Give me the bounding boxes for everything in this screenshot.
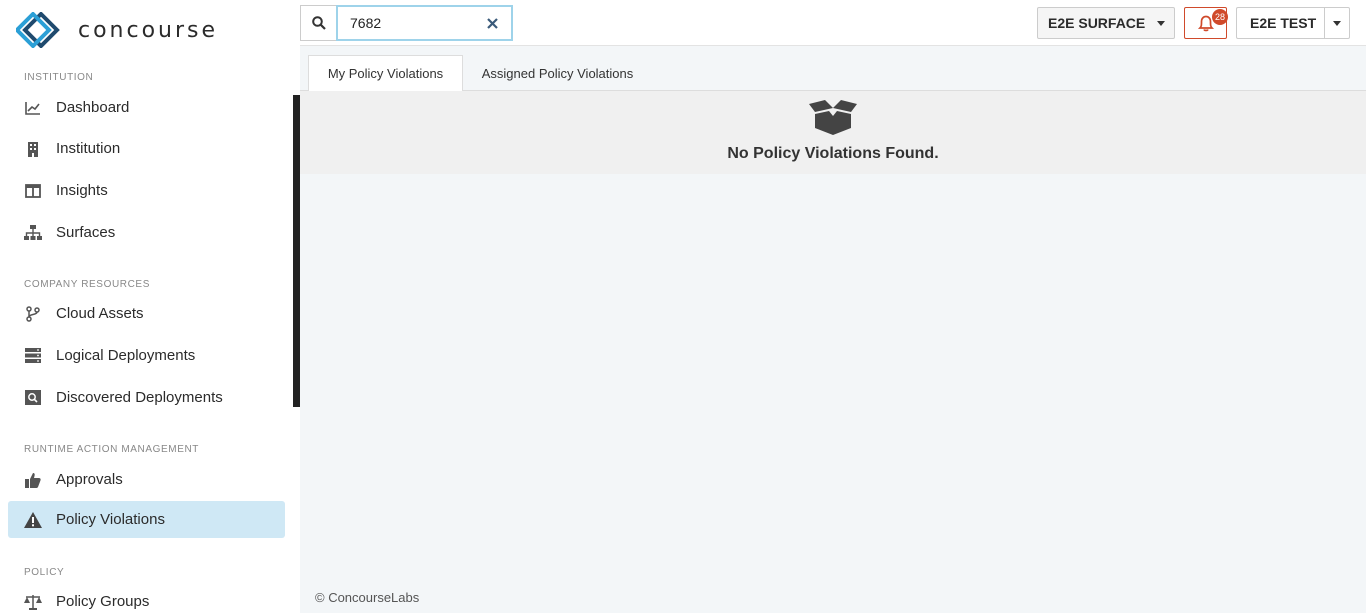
top-bar: E2E SURFACE 28 E2E TEST: [300, 0, 1366, 46]
section-title-runtime-action-management: RUNTIME ACTION MANAGEMENT: [24, 444, 200, 455]
tab-my-policy-violations[interactable]: My Policy Violations: [308, 55, 463, 92]
sidebar: concourse INSTITUTION Dashboard Institut…: [0, 0, 300, 613]
notification-count-badge: 28: [1212, 9, 1229, 25]
sidebar-item-logical-deployments[interactable]: Logical Deployments: [8, 337, 285, 374]
logo[interactable]: concourse: [16, 12, 218, 48]
sidebar-item-insights[interactable]: Insights: [8, 172, 285, 209]
server-icon: [24, 347, 42, 365]
close-icon: [486, 17, 498, 29]
warning-icon: [24, 511, 42, 529]
section-title-policy: POLICY: [24, 567, 65, 578]
chevron-down-icon[interactable]: [1333, 21, 1341, 26]
logo-text: concourse: [78, 17, 219, 43]
sidebar-item-institution[interactable]: Institution: [8, 130, 285, 167]
empty-state-message: No Policy Violations Found.: [727, 145, 939, 162]
sidebar-item-approvals[interactable]: Approvals: [8, 461, 285, 498]
sidebar-item-label: Policy Violations: [56, 511, 165, 528]
sidebar-item-label: Discovered Deployments: [56, 389, 223, 406]
sidebar-item-label: Surfaces: [56, 224, 116, 241]
section-title-company-resources: COMPANY RESOURCES: [24, 279, 150, 290]
sidebar-item-discovered-deployments[interactable]: Discovered Deployments: [8, 379, 285, 416]
sidebar-item-label: Logical Deployments: [56, 347, 196, 364]
sidebar-item-dashboard[interactable]: Dashboard: [8, 89, 285, 126]
tab-assigned-policy-violations[interactable]: Assigned Policy Violations: [465, 55, 650, 91]
sidebar-item-cloud-assets[interactable]: Cloud Assets: [8, 295, 285, 332]
user-menu-divider: [1324, 8, 1325, 38]
concourse-logo-icon: [16, 12, 60, 48]
tab-bar: My Policy Violations Assigned Policy Vio…: [300, 46, 1366, 92]
user-name: E2E TEST: [1250, 15, 1317, 31]
clear-search-button[interactable]: [484, 14, 500, 32]
balance-scale-icon: [24, 593, 42, 611]
thumbs-up-icon: [24, 471, 42, 489]
open-box-icon: [809, 100, 857, 135]
search-icon: [311, 16, 326, 30]
search-deployment-icon: [24, 389, 42, 407]
code-branch-icon: [24, 305, 42, 323]
sidebar-item-label: Dashboard: [56, 99, 130, 116]
main-content: My Policy Violations Assigned Policy Vio…: [300, 46, 1366, 613]
section-title-institution: INSTITUTION: [24, 72, 94, 83]
sidebar-item-policy-violations[interactable]: Policy Violations: [8, 501, 285, 538]
sidebar-item-label: Policy Groups: [56, 593, 150, 610]
chevron-down-icon: [1157, 21, 1165, 26]
sidebar-scrollbar[interactable]: [293, 95, 300, 407]
building-icon: [24, 140, 42, 158]
surface-selector[interactable]: E2E SURFACE: [1037, 7, 1175, 39]
sidebar-item-label: Insights: [56, 182, 108, 199]
empty-state-panel: No Policy Violations Found.: [300, 91, 1366, 174]
sidebar-item-surfaces[interactable]: Surfaces: [8, 214, 285, 251]
sidebar-item-label: Approvals: [56, 471, 123, 488]
sidebar-item-label: Institution: [56, 140, 121, 157]
search-button[interactable]: [300, 5, 336, 41]
surface-selector-label: E2E SURFACE: [1048, 15, 1146, 31]
columns-icon: [24, 182, 42, 200]
chart-line-icon: [24, 99, 42, 117]
sidebar-item-policy-groups[interactable]: Policy Groups: [8, 583, 285, 613]
sidebar-item-label: Cloud Assets: [56, 305, 144, 322]
sitemap-icon: [24, 224, 42, 242]
footer-copyright: © ConcourseLabs: [315, 590, 420, 605]
user-menu[interactable]: E2E TEST: [1236, 7, 1350, 39]
